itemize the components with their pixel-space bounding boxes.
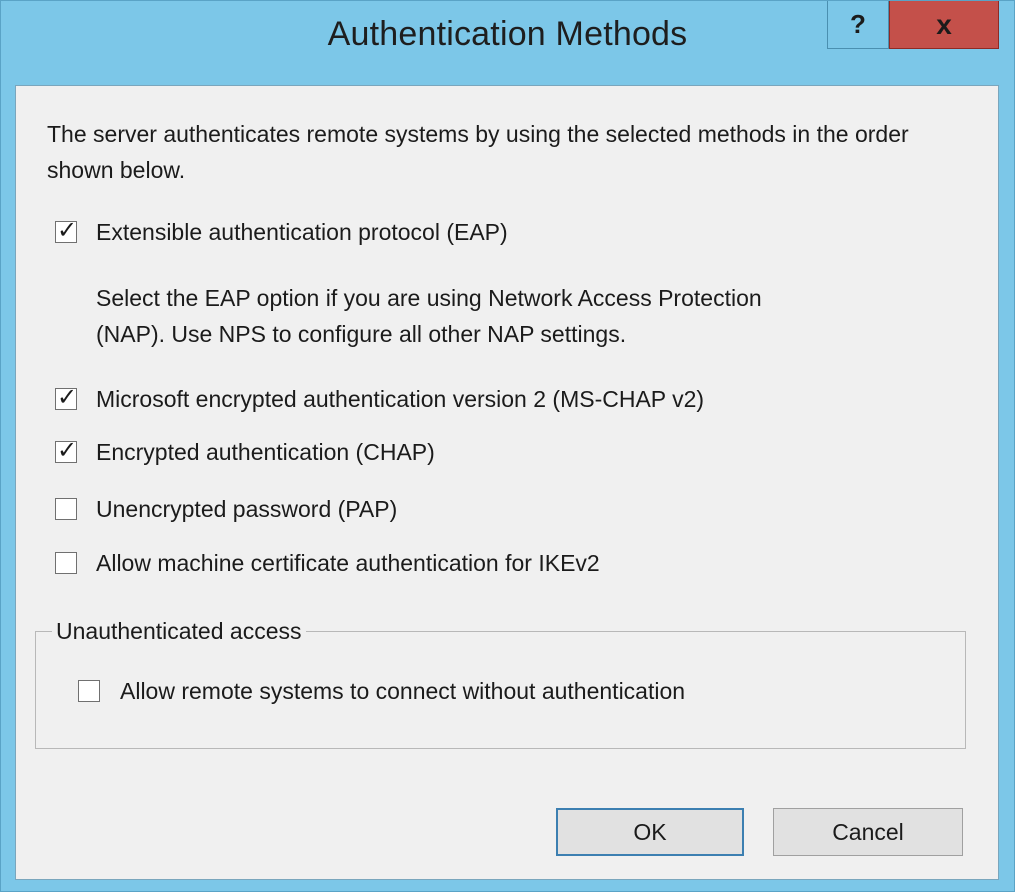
- checkmark-icon: ✓: [56, 383, 78, 411]
- help-button[interactable]: ?: [827, 1, 889, 49]
- pap-label: Unencrypted password (PAP): [96, 496, 398, 522]
- chap-label: Encrypted authentication (CHAP): [96, 439, 435, 465]
- group-label: Unauthenticated access: [52, 616, 306, 646]
- mschapv2-label: Microsoft encrypted authentication versi…: [96, 386, 705, 412]
- checkmark-icon: ✓: [56, 436, 78, 464]
- close-icon: x: [936, 8, 952, 40]
- allow-unauthenticated-label: Allow remote systems to connect without …: [120, 678, 686, 704]
- chap-checkbox[interactable]: ✓: [55, 436, 77, 464]
- eap-note-line1: Select the EAP option if you are using N…: [96, 285, 762, 311]
- title-bar[interactable]: Authentication Methods ? x: [1, 1, 1014, 81]
- checkmark-icon: ✓: [56, 216, 78, 244]
- checkmark-icon: [56, 547, 78, 569]
- ok-button[interactable]: OK: [556, 808, 744, 856]
- eap-checkbox[interactable]: ✓: [55, 216, 77, 244]
- pap-checkbox[interactable]: [55, 498, 77, 520]
- mschapv2-checkbox[interactable]: ✓: [55, 383, 77, 411]
- eap-note-line2: (NAP). Use NPS to configure all other NA…: [96, 321, 627, 347]
- checkmark-icon: [56, 493, 78, 515]
- ikev2-checkbox[interactable]: [55, 552, 77, 574]
- ikev2-label: Allow machine certificate authentication…: [96, 550, 600, 576]
- cancel-button[interactable]: Cancel: [773, 808, 963, 856]
- description-text: The server authenticates remote systems …: [47, 121, 909, 183]
- help-icon: ?: [850, 9, 866, 39]
- eap-label: Extensible authentication protocol (EAP): [96, 219, 508, 245]
- dialog-body: The server authenticates remote systems …: [15, 85, 999, 880]
- checkmark-icon: [79, 675, 101, 697]
- authentication-methods-dialog: Authentication Methods ? x The server au…: [0, 0, 1015, 892]
- close-button[interactable]: x: [889, 1, 999, 49]
- allow-unauthenticated-checkbox[interactable]: [78, 680, 100, 702]
